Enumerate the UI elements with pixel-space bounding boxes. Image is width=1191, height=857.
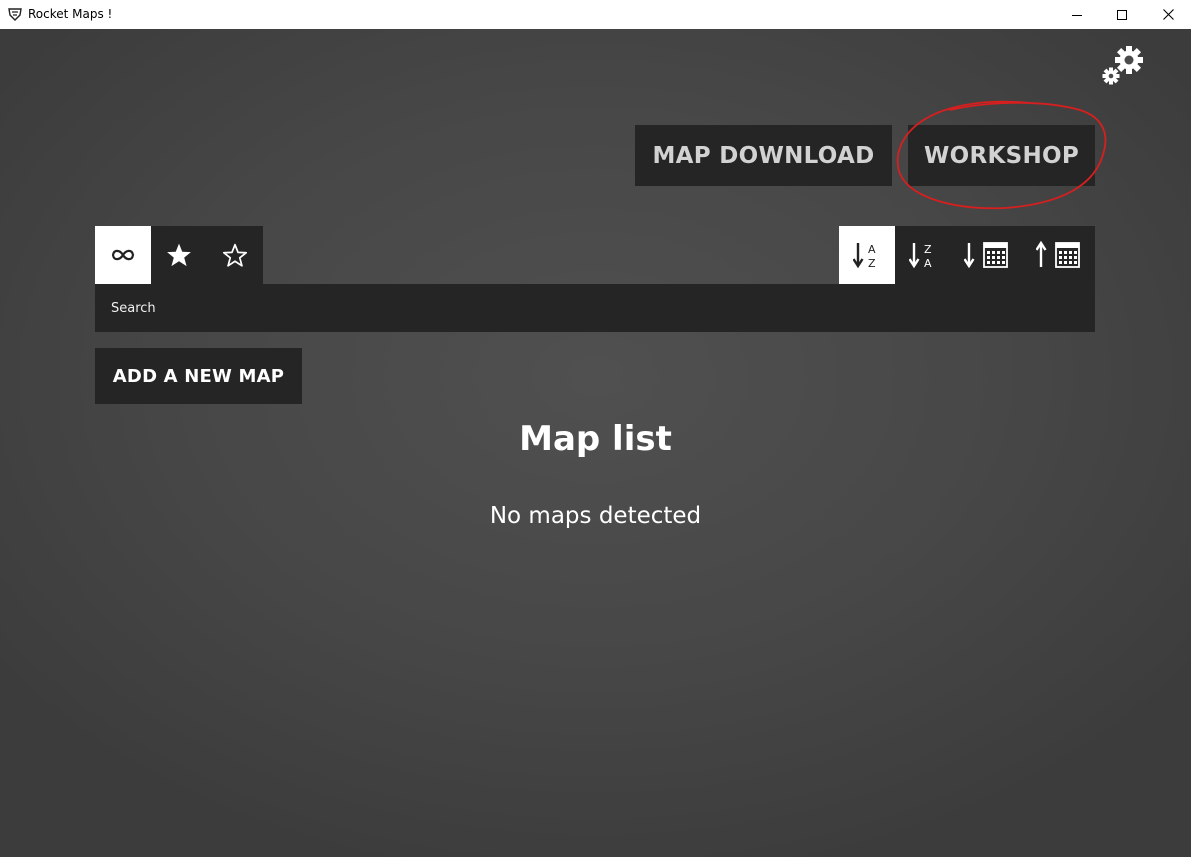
window-titlebar: Rocket Maps ! — [0, 0, 1191, 29]
minimize-button[interactable] — [1054, 0, 1100, 29]
sort-alpha-asc-icon: A Z — [853, 243, 876, 270]
workshop-label: WORKSHOP — [923, 142, 1080, 169]
gears-icon[interactable] — [1100, 43, 1146, 87]
close-button[interactable] — [1145, 0, 1191, 29]
sort-alpha-desc-icon: Z A — [909, 243, 932, 270]
maximize-button[interactable] — [1099, 0, 1145, 29]
svg-text:A: A — [868, 243, 876, 256]
map-download-label: MAP DOWNLOAD — [652, 142, 875, 169]
sort-date-desc-icon — [964, 242, 1008, 269]
svg-text:A: A — [924, 257, 932, 270]
maximize-icon — [1117, 9, 1127, 20]
add-new-map-button[interactable]: ADD A NEW MAP — [95, 348, 302, 404]
filter-favorites-tab[interactable] — [151, 226, 207, 284]
workshop-button[interactable]: WORKSHOP — [908, 125, 1095, 186]
add-new-map-label: ADD A NEW MAP — [112, 365, 285, 387]
sort-alpha-desc-button[interactable]: Z A — [895, 226, 951, 284]
sort-date-asc-button[interactable] — [1023, 226, 1095, 284]
search-bar — [95, 284, 1095, 332]
filter-all-tab[interactable] — [95, 226, 151, 284]
close-icon — [1162, 9, 1174, 20]
star-filled-icon — [167, 243, 191, 267]
filter-tabs — [95, 226, 263, 284]
sort-alpha-asc-button[interactable]: A Z — [839, 226, 895, 284]
main-panel: MAP DOWNLOAD WORKSHOP A Z Z A Search ADD… — [0, 29, 1191, 857]
sort-date-asc-icon — [1036, 240, 1080, 268]
window-title: Rocket Maps ! — [28, 7, 113, 21]
map-download-button[interactable]: MAP DOWNLOAD — [635, 125, 892, 186]
infinity-icon — [111, 249, 135, 261]
sort-options: A Z Z A — [839, 226, 1095, 284]
minimize-icon — [1072, 14, 1082, 16]
search-input[interactable] — [95, 284, 1095, 332]
sort-date-desc-button[interactable] — [951, 226, 1023, 284]
empty-list-message: No maps detected — [489, 503, 702, 529]
svg-text:Z: Z — [868, 257, 876, 270]
svg-text:Z: Z — [924, 243, 932, 256]
map-list-title: Map list — [519, 419, 672, 459]
filter-non-favorites-tab[interactable] — [207, 226, 263, 284]
rocket-maps-app-icon — [8, 8, 22, 21]
star-outline-icon — [222, 243, 248, 267]
